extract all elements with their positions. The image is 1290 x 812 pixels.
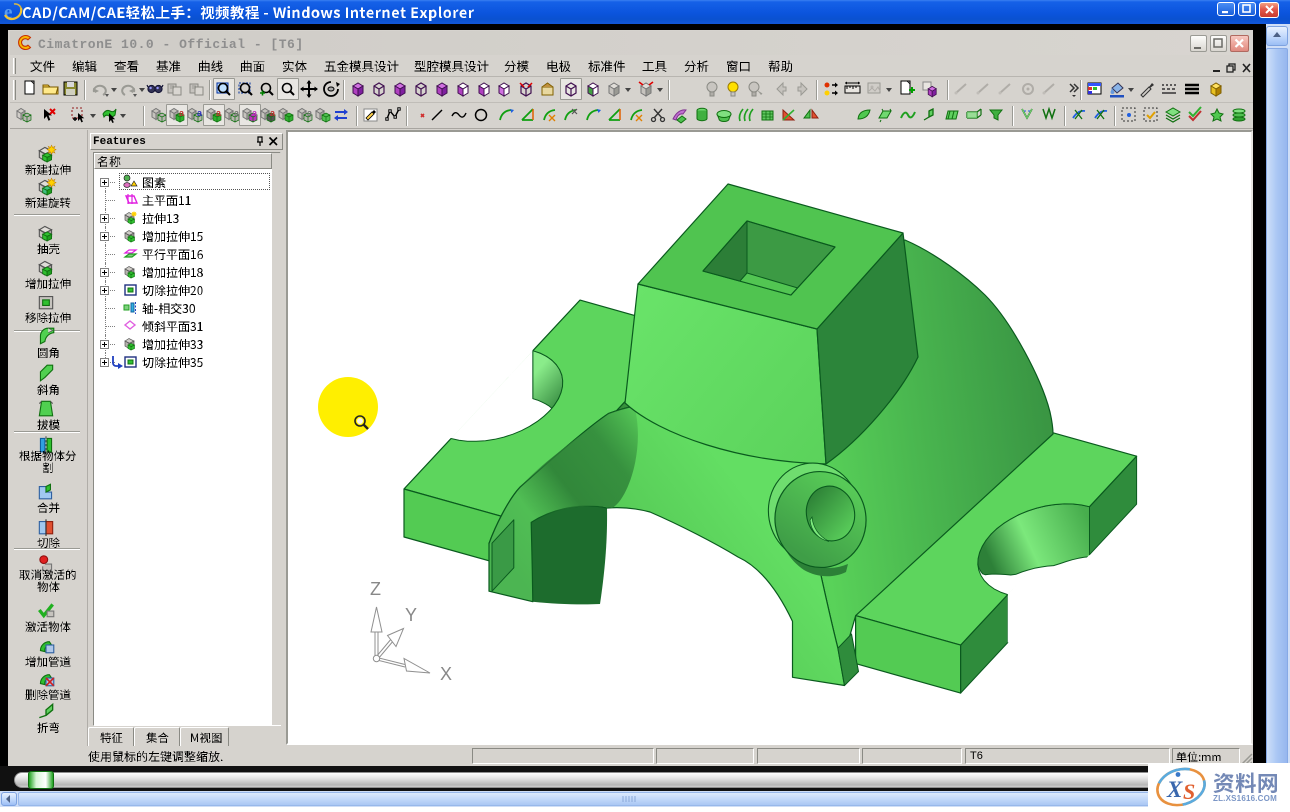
svg-text:X: X bbox=[440, 664, 452, 684]
svg-text:S: S bbox=[1183, 779, 1195, 804]
svg-text:X: X bbox=[1166, 777, 1183, 802]
svg-text:Z: Z bbox=[370, 579, 381, 599]
svg-text:Y: Y bbox=[405, 605, 417, 625]
